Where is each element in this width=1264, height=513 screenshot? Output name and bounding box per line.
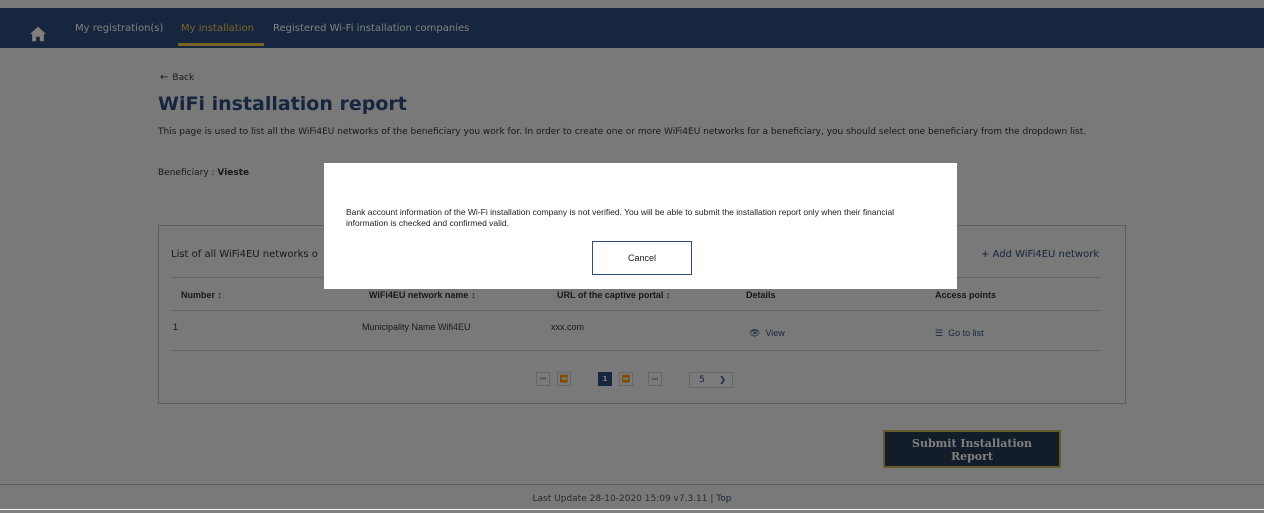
- dialog-message: Bank account information of the Wi-Fi in…: [346, 207, 895, 228]
- alert-dialog: Bank account information of the Wi-Fi in…: [324, 163, 957, 289]
- cancel-button[interactable]: Cancel: [592, 241, 692, 275]
